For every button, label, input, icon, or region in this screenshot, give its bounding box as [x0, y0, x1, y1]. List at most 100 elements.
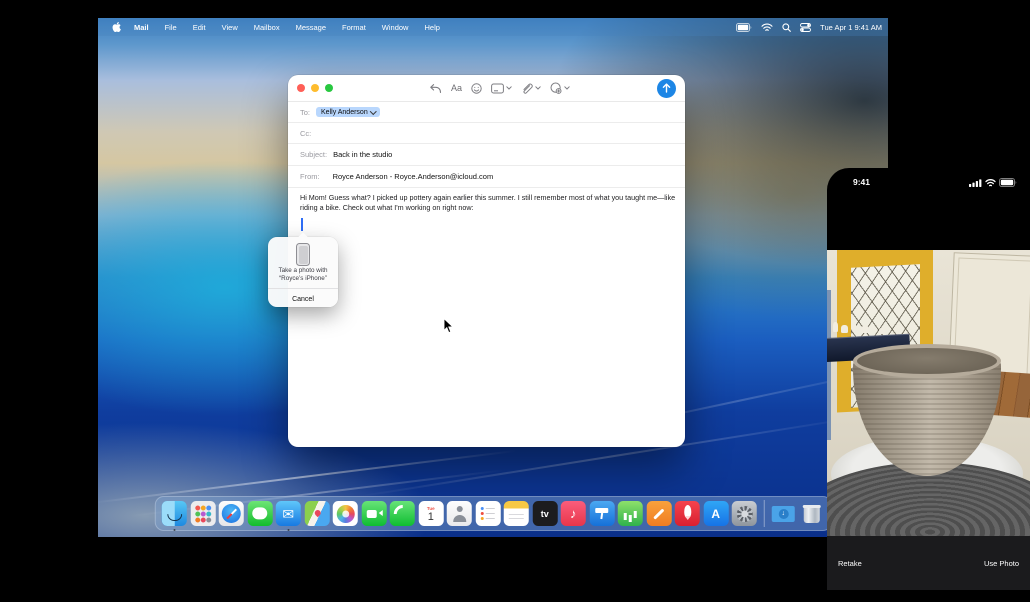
dock-icon-launchpad[interactable] [190, 501, 215, 526]
dock-icon-settings[interactable] [732, 501, 757, 526]
dock-icon-trash[interactable] [799, 501, 824, 526]
window-titlebar: Aa [288, 75, 685, 102]
to-label: To: [300, 108, 310, 117]
dock-icon-numbers[interactable] [618, 501, 643, 526]
dock-icon-pages[interactable] [646, 501, 671, 526]
subject-field[interactable]: Subject: Back in the studio [288, 144, 685, 166]
dock-icon-messages[interactable] [247, 501, 272, 526]
iphone-overlay: 9:41 [827, 168, 1030, 597]
contacts-app-icon [447, 501, 472, 526]
insert-photo-icon[interactable] [550, 82, 570, 94]
from-label: From: [300, 172, 320, 181]
menu-clock[interactable]: Tue Apr 1 9:41 AM [820, 23, 882, 32]
mouse-cursor [443, 318, 454, 334]
notes-app-icon [504, 501, 529, 526]
menu-view[interactable]: View [214, 23, 246, 32]
dock-icon-tv[interactable]: tv [532, 501, 557, 526]
camera-action-bar: Retake Use Photo [827, 536, 1030, 590]
undo-icon[interactable] [429, 83, 442, 94]
dock-icon-safari[interactable] [219, 501, 244, 526]
iphone-icon [296, 243, 310, 266]
dock-icon-mail[interactable] [276, 501, 301, 526]
menu-status-area: Tue Apr 1 9:41 AM [736, 23, 882, 32]
menu-file[interactable]: File [157, 23, 185, 32]
use-photo-button[interactable]: Use Photo [984, 559, 1019, 568]
header-fields-button[interactable] [491, 83, 512, 94]
dock-icon-facetime[interactable] [361, 501, 386, 526]
minimize-button[interactable] [311, 84, 319, 92]
control-center-icon[interactable] [800, 23, 811, 32]
dock-icon-phone[interactable] [390, 501, 415, 526]
retake-button[interactable]: Retake [838, 559, 862, 568]
dock-icon-keynote[interactable] [589, 501, 614, 526]
dock: Tue1 tv A [155, 496, 832, 531]
menu-window[interactable]: Window [374, 23, 417, 32]
to-field[interactable]: To: Kelly Anderson [288, 102, 685, 123]
message-body[interactable]: Hi Mom! Guess what? I picked up pottery … [300, 193, 677, 214]
mac-desktop: MailFileEditViewMailboxMessageFormatWind… [98, 18, 888, 537]
menu-message[interactable]: Message [288, 23, 334, 32]
iphone-status-icons [969, 178, 1017, 187]
music-app-icon [561, 501, 586, 526]
dock-icon-finder[interactable] [162, 501, 187, 526]
rocket-app-icon [675, 501, 700, 526]
mail-compose-window: Aa [288, 75, 685, 447]
messages-app-icon [247, 501, 272, 526]
wifi-icon[interactable] [761, 23, 773, 32]
finder-app-icon [162, 501, 187, 526]
calendar-app-icon: Tue1 [418, 501, 443, 526]
clay-pot-rim [853, 344, 1001, 378]
dock-icon-music[interactable] [561, 501, 586, 526]
take-photo-popover: Take a photo with “Royce’s iPhone” Cance… [268, 237, 338, 307]
battery-icon[interactable] [736, 23, 752, 32]
dock-icon-calendar[interactable]: Tue1 [418, 501, 443, 526]
mail-app-icon [276, 501, 301, 526]
cellular-signal-icon [969, 179, 982, 187]
cancel-button[interactable]: Cancel [268, 291, 338, 307]
camera-viewfinder [827, 250, 1030, 536]
dock-icon-maps[interactable] [304, 501, 329, 526]
menu-mail[interactable]: Mail [126, 23, 157, 32]
keynote-app-icon [589, 501, 614, 526]
from-field[interactable]: From: Royce Anderson - Royce.Anderson@ic… [288, 166, 685, 188]
dock-icon-rocket[interactable] [675, 501, 700, 526]
subject-label: Subject: [300, 150, 327, 159]
appstore-app-icon: A [703, 501, 728, 526]
cc-field[interactable]: Cc: [288, 123, 685, 144]
text-caret [301, 218, 303, 231]
downloads-app-icon [771, 501, 796, 526]
recipient-name: Kelly Anderson [321, 109, 368, 116]
apple-menu-icon[interactable] [112, 21, 122, 33]
running-indicator [173, 529, 176, 532]
menu-help[interactable]: Help [416, 23, 447, 32]
numbers-app-icon [618, 501, 643, 526]
dock-icon-appstore[interactable]: A [703, 501, 728, 526]
menu-bar: MailFileEditViewMailboxMessageFormatWind… [98, 18, 888, 36]
emoji-icon[interactable] [471, 83, 482, 94]
dock-icon-reminders[interactable] [475, 501, 500, 526]
cc-label: Cc: [300, 129, 311, 138]
format-button[interactable]: Aa [451, 83, 462, 93]
dock-icon-photos[interactable] [333, 501, 358, 526]
clay-pot [853, 344, 1001, 478]
search-icon[interactable] [782, 23, 791, 32]
send-button[interactable] [657, 79, 676, 98]
iphone-status-time: 9:41 [853, 177, 870, 187]
menu-edit[interactable]: Edit [185, 23, 214, 32]
menu-mailbox[interactable]: Mailbox [246, 23, 288, 32]
dock-icon-downloads[interactable] [771, 501, 796, 526]
dock-icon-contacts[interactable] [447, 501, 472, 526]
pages-app-icon [646, 501, 671, 526]
studio-wall-edge [827, 290, 831, 440]
photos-app-icon [333, 501, 358, 526]
popover-title-line2: “Royce’s iPhone” [270, 275, 336, 283]
dock-icon-notes[interactable] [504, 501, 529, 526]
compose-toolbar: Aa [429, 82, 570, 94]
recipient-token[interactable]: Kelly Anderson [316, 107, 380, 117]
attachment-icon[interactable] [521, 82, 541, 94]
close-button[interactable] [297, 84, 305, 92]
popover-title-line1: Take a photo with [270, 267, 336, 275]
menu-format[interactable]: Format [334, 23, 374, 32]
zoom-button[interactable] [325, 84, 333, 92]
battery-icon [999, 178, 1017, 187]
